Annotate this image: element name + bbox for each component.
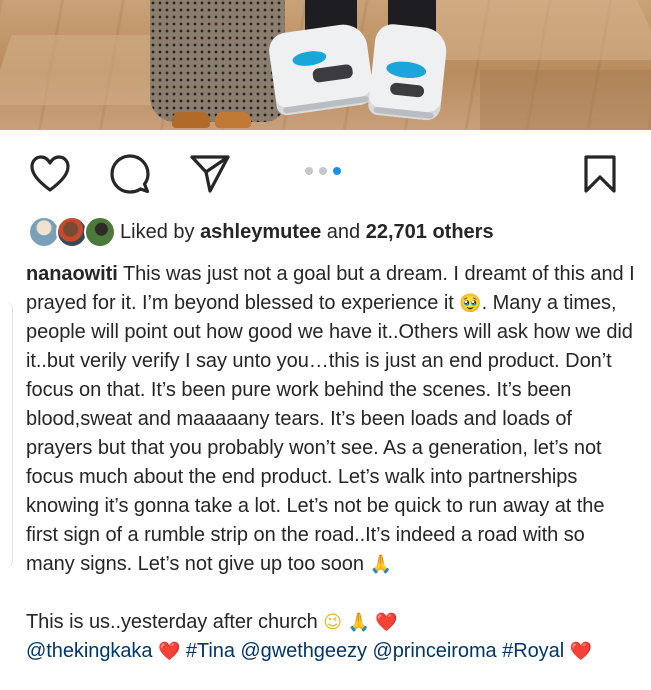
emoji-heart: ❤️ <box>157 641 181 662</box>
speech-bubble-icon <box>110 154 150 194</box>
likes-summary[interactable]: Liked by ashleymutee and 22,701 others <box>28 214 494 250</box>
emoji-wink: 😉 <box>323 612 342 633</box>
caption-username[interactable]: nanaowiti <box>26 263 118 285</box>
caption-body-continued: . Many a times, people will point out ho… <box>26 292 633 575</box>
heart-outline-icon <box>30 155 70 192</box>
hashtag-link[interactable]: #Royal <box>502 640 564 662</box>
emoji-pray: 🙏 <box>347 612 370 633</box>
scroll-edge <box>0 300 13 570</box>
carousel-dot <box>319 167 327 175</box>
mention-link[interactable]: @gwethgeezy <box>240 640 367 662</box>
likes-prefix: Liked by <box>120 220 201 243</box>
carousel-dot-active <box>333 167 341 175</box>
bookmark-icon[interactable] <box>578 152 622 196</box>
paper-plane-icon[interactable] <box>188 152 232 196</box>
mention-link[interactable]: @thekingkaka <box>26 640 153 662</box>
caption-paragraph: nanaowiti This was just not a goal but a… <box>26 260 638 579</box>
sneaker <box>266 21 376 117</box>
likes-text: Liked by ashleymutee and 22,701 others <box>120 221 494 244</box>
speech-bubble-icon[interactable] <box>108 152 152 196</box>
hashtag-link[interactable]: #Tina <box>186 640 235 662</box>
caption-line2: This is us..yesterday after church <box>26 611 324 633</box>
shoe <box>172 112 210 128</box>
emoji-pray: 🙏 <box>369 554 392 575</box>
heart-outline-icon[interactable] <box>28 152 72 196</box>
paper-plane-icon <box>190 155 230 193</box>
pavement-slab <box>480 70 651 130</box>
liker-username[interactable]: ashleymutee <box>200 221 321 243</box>
mention-link[interactable]: @princeiroma <box>372 640 496 662</box>
caption-tags: @thekingkaka ❤️ #Tina @gwethgeezy @princ… <box>26 637 638 666</box>
carousel-dot <box>305 167 313 175</box>
post-caption: nanaowiti This was just not a goal but a… <box>26 260 638 666</box>
post-photo[interactable] <box>0 0 651 130</box>
emoji-tear: 🥹 <box>459 293 482 314</box>
post-action-bar <box>0 140 651 204</box>
liker-avatars <box>28 214 116 250</box>
bookmark-icon <box>584 155 616 193</box>
emoji-heart: ❤️ <box>569 641 592 662</box>
sneaker <box>367 22 449 122</box>
shoe <box>215 112 251 128</box>
avatar <box>84 216 116 248</box>
likes-middle: and <box>321 220 366 243</box>
likes-count[interactable]: 22,701 others <box>366 221 494 243</box>
carousel-indicator <box>305 167 341 175</box>
emoji-heart: ❤️ <box>375 612 398 633</box>
dress-hem <box>150 0 285 122</box>
caption-paragraph: This is us..yesterday after church 😉 🙏 ❤… <box>26 608 638 637</box>
